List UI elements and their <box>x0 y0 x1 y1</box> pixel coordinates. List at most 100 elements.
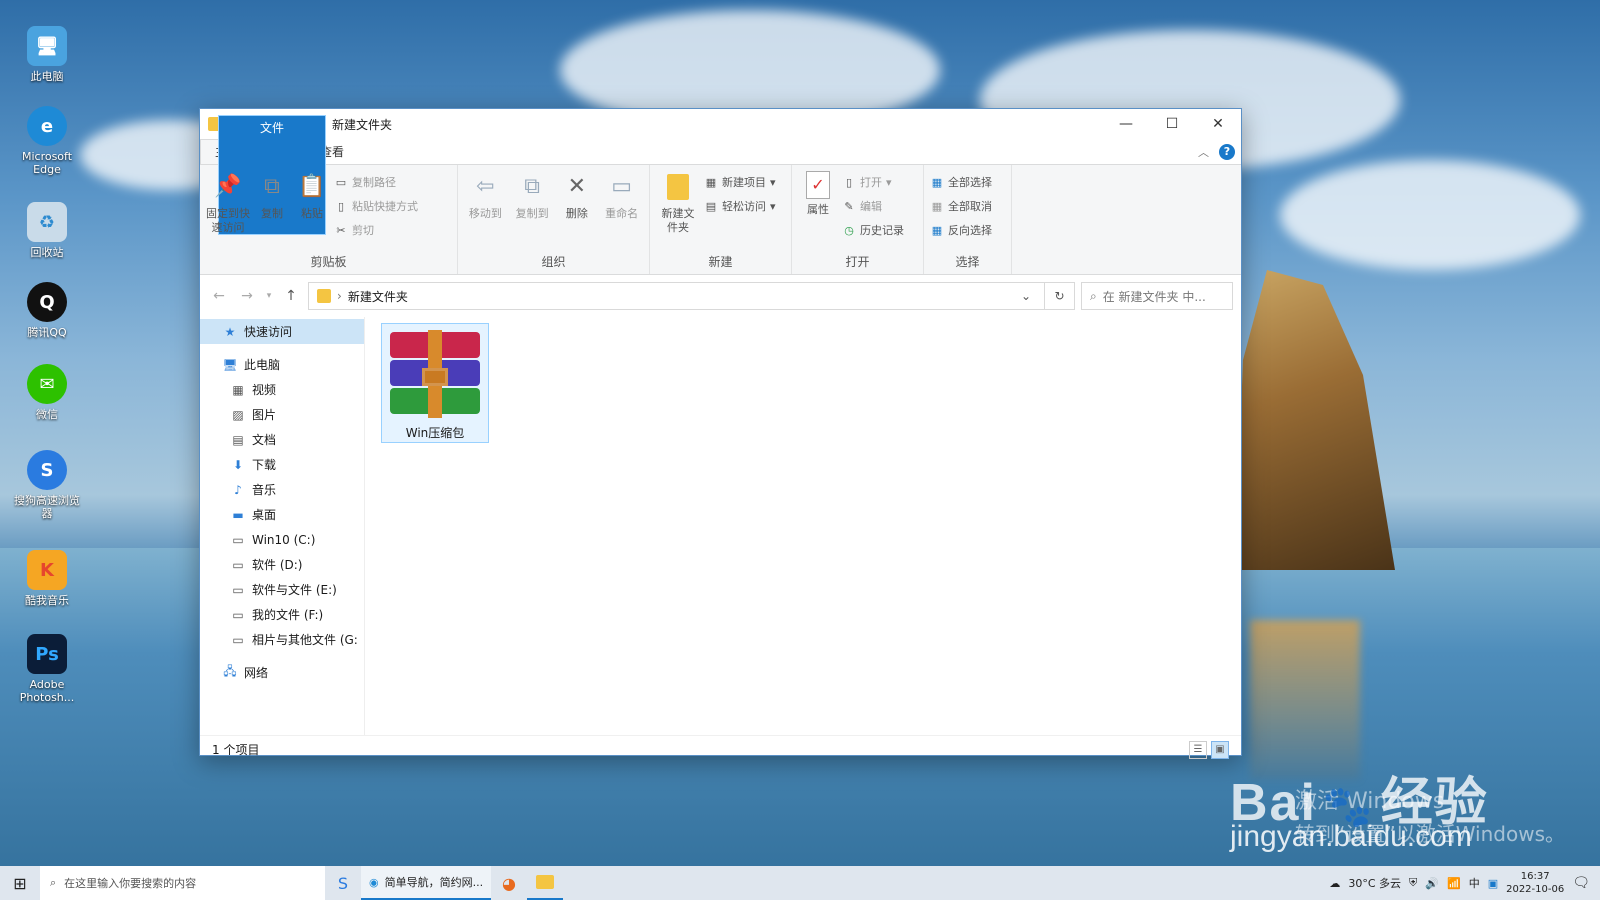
nav-item[interactable]: ▭ 相片与其他文件 (G: <box>200 627 364 652</box>
address-input[interactable]: › 新建文件夹 ⌄ ↻ <box>308 282 1075 310</box>
clock[interactable]: 16:37 2022-10-06 <box>1506 870 1564 896</box>
file-explorer-taskbar-icon[interactable] <box>527 866 563 900</box>
nav-item[interactable]: ★ 快速访问 <box>200 319 364 344</box>
taskbar-browser-button[interactable]: ◉ 简单导航，简约网... <box>361 866 491 900</box>
pin-icon: 📌 <box>214 174 242 199</box>
open-button[interactable]: ▯ 打开 ▾ <box>842 173 904 191</box>
search-input[interactable]: ⌕ 在 新建文件夹 中... <box>1081 282 1233 310</box>
search-icon: ⌕ <box>1090 288 1097 303</box>
desktop-icon-qq[interactable]: Q 腾讯QQ <box>12 282 82 339</box>
collapse-ribbon-icon[interactable]: ︿ <box>1198 144 1209 160</box>
select-all-button[interactable]: ▦ 全部选择 <box>930 173 992 191</box>
new-folder-icon <box>663 171 693 203</box>
taskbar-search[interactable]: ⌕ 在这里输入你要搜索的内容 <box>40 866 325 900</box>
nav-item[interactable]: ▭ 我的文件 (F:) <box>200 602 364 627</box>
desktop-icon-this-pc[interactable]: 🖥 此电脑 <box>12 26 82 83</box>
select-none-button[interactable]: ▦ 全部取消 <box>930 197 992 215</box>
history-button[interactable]: ◷ 历史记录 <box>842 221 904 239</box>
baidu-watermark-url: jingyan.baidu.com <box>1230 820 1472 853</box>
group-label: 组织 <box>541 255 566 269</box>
weather-icon: ☁ <box>1329 876 1341 890</box>
nav-item[interactable]: 🖧 网络 <box>200 660 364 685</box>
weather-text[interactable]: 30°C 多云 <box>1348 875 1401 891</box>
sogou-taskbar-icon[interactable]: S <box>325 866 361 900</box>
nav-item[interactable]: ⬇ 下载 <box>200 452 364 477</box>
desktop-icon-sogou[interactable]: S 搜狗高速浏览器 <box>12 450 82 520</box>
recent-locations-chevron-icon[interactable]: ▾ <box>264 291 274 301</box>
photoshop-icon: Ps <box>27 634 67 674</box>
new-item-button[interactable]: ▦ 新建项目 ▾ <box>704 173 776 191</box>
paste-shortcut-icon: ▯ <box>337 199 345 213</box>
cliff <box>1235 270 1395 570</box>
properties-check-icon: ✓ <box>806 171 830 199</box>
nav-item[interactable]: ▭ 软件 (D:) <box>200 552 364 577</box>
cliff-reflection <box>1250 620 1360 780</box>
help-icon[interactable]: ? <box>1219 144 1235 160</box>
kuwo-music-icon: K <box>27 550 67 590</box>
notification-icon[interactable]: 🗨 <box>1572 875 1590 891</box>
windows-start-icon[interactable]: ⊞ <box>0 874 40 893</box>
rename-icon: ▭ <box>611 174 633 199</box>
system-tray: ☁ 30°C 多云 ⛨ 🔊 📶 中 ▣ 16:37 2022-10-06 🗨 <box>1329 870 1600 896</box>
nav-item[interactable]: ♪ 音乐 <box>200 477 364 502</box>
input-method-icon[interactable]: 中 <box>1469 875 1480 891</box>
qq-icon: Q <box>27 282 67 322</box>
minimize-button[interactable]: — <box>1103 109 1149 139</box>
up-arrow-icon[interactable]: ↑ <box>280 288 302 304</box>
edit-button[interactable]: ✎ 编辑 <box>842 197 904 215</box>
maximize-button[interactable]: ☐ <box>1149 109 1195 139</box>
file-explorer-window: ✓ ↶ ▾ 新建文件夹 — ☐ ✕ 文件 主页 共享 查看 ︿ ? 📌 固定到快… <box>199 108 1242 759</box>
file-item[interactable]: Win压缩包 <box>381 323 489 443</box>
large-icons-view-icon[interactable]: ▣ <box>1211 740 1229 759</box>
nav-item[interactable]: ▨ 图片 <box>200 402 364 427</box>
move-to-icon: ⇦ <box>476 174 495 199</box>
chevron-down-icon[interactable]: ⌄ <box>1014 289 1038 303</box>
nav-item-label: 图片 <box>252 408 277 422</box>
app-tray-icon[interactable]: ▣ <box>1488 877 1498 890</box>
taskbar: ⊞ ⌕ 在这里输入你要搜索的内容 S ◉ 简单导航，简约网... ◕ ☁ 30°… <box>0 866 1600 900</box>
forward-arrow-icon[interactable]: → <box>236 288 258 304</box>
easy-access-button[interactable]: ▤ 轻松访问 ▾ <box>704 197 776 215</box>
cut-button[interactable]: ✂ 剪切 <box>334 221 418 239</box>
network-icon[interactable]: 📶 <box>1447 877 1461 890</box>
back-arrow-icon[interactable]: ← <box>208 288 230 304</box>
copy-path-button[interactable]: ▭ 复制路径 <box>334 173 418 191</box>
title-bar: ✓ ↶ ▾ 新建文件夹 — ☐ ✕ <box>200 109 1241 139</box>
nav-item[interactable]: ▭ 软件与文件 (E:) <box>200 577 364 602</box>
nav-item[interactable]: ▬ 桌面 <box>200 502 364 527</box>
desktop-icon-edge[interactable]: e Microsoft Edge <box>12 106 82 176</box>
invert-selection-icon: ▦ <box>931 223 943 237</box>
music-icon: ♪ <box>234 482 242 497</box>
explorer-body: ★ 快速访问 🖥 此电脑 ▦ 视频 ▨ 图片 ▤ 文档 ⬇ 下载 ♪ 音乐 ▬ 桌面 ▭ Win10 (C:) ▭ 软… <box>200 317 1241 735</box>
wechat-icon: ✉ <box>27 364 67 404</box>
nav-item[interactable]: ▦ 视频 <box>200 377 364 402</box>
chevron-down-icon: ▾ <box>770 175 776 189</box>
close-button[interactable]: ✕ <box>1195 109 1241 139</box>
nav-item[interactable]: ▭ Win10 (C:) <box>200 527 364 552</box>
details-view-icon[interactable]: ☰ <box>1189 740 1207 759</box>
network-icon: 🖧 <box>223 664 237 678</box>
nav-item[interactable]: ▤ 文档 <box>200 427 364 452</box>
desktop-icon-kuwo[interactable]: K 酷我音乐 <box>12 550 82 607</box>
desktop-icon-photoshop[interactable]: Ps Adobe Photosh... <box>12 634 82 704</box>
delete-x-icon: ✕ <box>567 174 587 199</box>
firefox-icon[interactable]: ◕ <box>491 866 527 900</box>
group-label: 选择 <box>955 255 980 269</box>
paste-shortcut-button[interactable]: ▯ 粘贴快捷方式 <box>334 197 418 215</box>
address-bar-row: ← → ▾ ↑ › 新建文件夹 ⌄ ↻ ⌕ 在 新建文件夹 中... <box>200 275 1241 317</box>
invert-selection-button[interactable]: ▦ 反向选择 <box>930 221 992 239</box>
security-icon[interactable]: ⛨ <box>1409 876 1417 890</box>
group-label: 剪贴板 <box>310 255 347 269</box>
buckle <box>422 368 448 386</box>
nav-item[interactable]: 🖥 此电脑 <box>200 352 364 377</box>
volume-icon[interactable]: 🔊 <box>1425 877 1439 890</box>
ribbon-right-controls: ︿ ? <box>1198 140 1241 164</box>
breadcrumb[interactable]: 新建文件夹 <box>348 288 408 305</box>
nav-item-label: 下载 <box>252 458 277 472</box>
nav-item-label: 我的文件 (F:) <box>252 608 324 622</box>
desktop-icon-recycle-bin[interactable]: ♻ 回收站 <box>12 202 82 259</box>
refresh-icon[interactable]: ↻ <box>1044 283 1074 309</box>
copy-path-icon: ▭ <box>335 175 347 189</box>
select-none-icon: ▦ <box>931 199 943 213</box>
desktop-icon-wechat[interactable]: ✉ 微信 <box>12 364 82 421</box>
